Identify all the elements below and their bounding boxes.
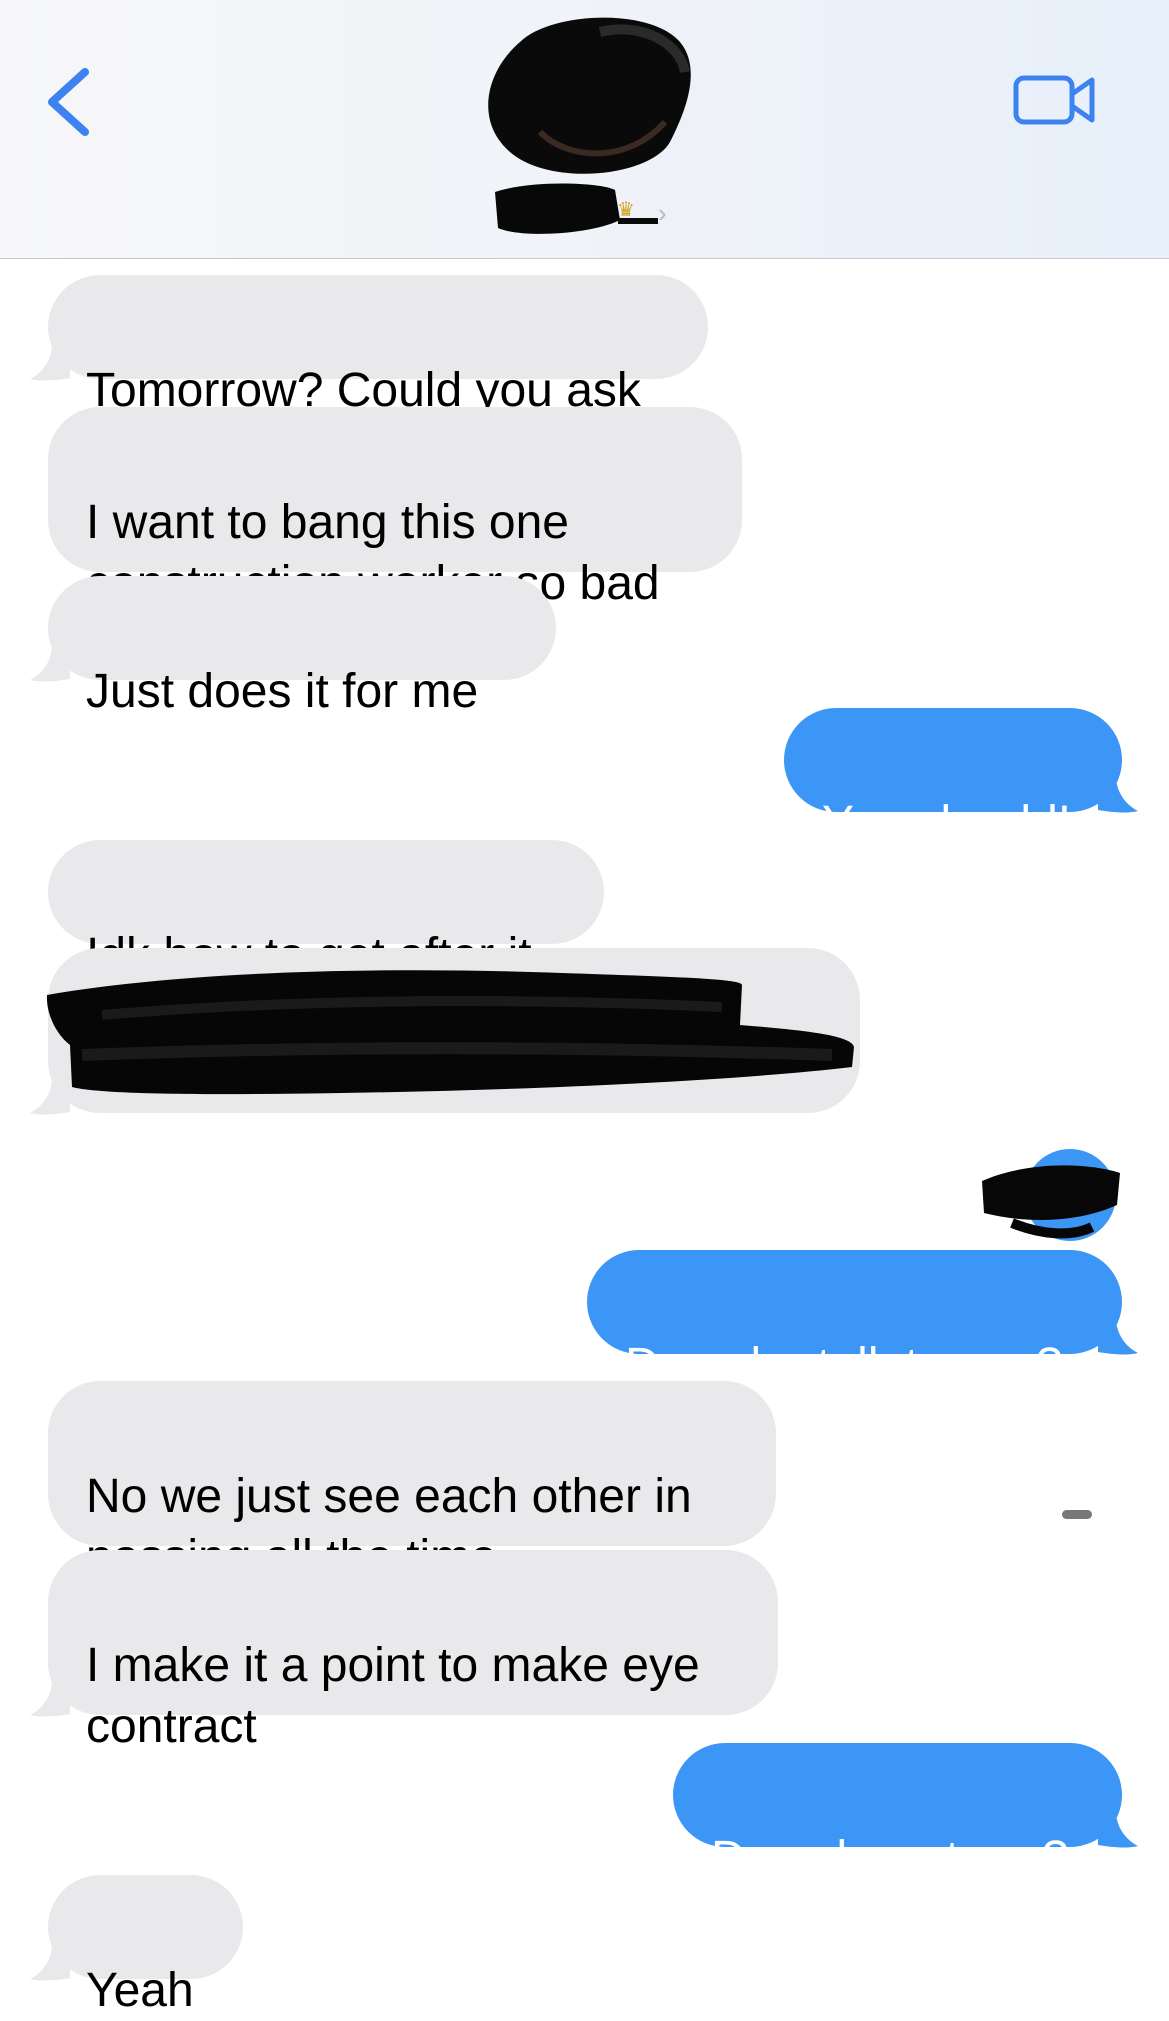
redaction-scribble bbox=[46, 970, 854, 1095]
tapback-reaction[interactable] bbox=[972, 1143, 1122, 1243]
message-bubble-outgoing[interactable]: You should! bbox=[784, 708, 1122, 850]
back-button[interactable] bbox=[40, 62, 100, 142]
message-bubble-incoming[interactable]: No we just see each other in passing all… bbox=[48, 1381, 776, 1584]
bubble-tail bbox=[1098, 1811, 1138, 1848]
message-text: Just does it for me bbox=[86, 665, 479, 718]
redacted-reaction bbox=[982, 1149, 1120, 1241]
chevron-right-icon: › bbox=[658, 198, 667, 228]
redacted-avatar bbox=[488, 17, 691, 174]
message-bubble-incoming[interactable]: I make it a point to make eye contract bbox=[48, 1550, 778, 1753]
bubble-tail bbox=[1098, 776, 1138, 813]
message-text: I make it a point to make eye contract bbox=[86, 1639, 700, 1753]
bubble-tail bbox=[1098, 1318, 1138, 1355]
message-bubble-outgoing[interactable]: Does he return ? bbox=[673, 1743, 1122, 1885]
message-bubble-incoming[interactable]: Yeah bbox=[48, 1875, 243, 2017]
message-bubble-incoming[interactable]: Just does it for me bbox=[48, 576, 556, 718]
contact-avatar[interactable] bbox=[480, 12, 700, 187]
message-bubble-incoming[interactable]: I want to bang this one construction wor… bbox=[48, 407, 742, 610]
scroll-indicator bbox=[1062, 1510, 1092, 1519]
redacted-name: ♛ bbox=[495, 183, 658, 234]
message-text: You should! bbox=[822, 797, 1072, 850]
conversation-header: ♛ › bbox=[0, 0, 1169, 259]
svg-text:♛: ♛ bbox=[617, 199, 635, 221]
chevron-left-icon bbox=[48, 68, 89, 136]
bubble-tail bbox=[30, 645, 70, 682]
bubble-tail bbox=[30, 1680, 70, 1717]
message-text: Does he return ? bbox=[711, 1832, 1069, 1885]
bubble-tail bbox=[30, 344, 70, 381]
message-bubble-incoming[interactable]: Idk how to get after it bbox=[48, 840, 604, 982]
video-call-button[interactable] bbox=[1010, 70, 1100, 130]
video-camera-icon bbox=[1013, 75, 1095, 125]
contact-name[interactable]: ♛ bbox=[490, 180, 680, 240]
message-bubble-incoming[interactable]: Tomorrow? Could you ask bbox=[48, 275, 708, 417]
bubble-tail bbox=[30, 1944, 70, 1981]
message-bubble-outgoing[interactable]: Does he talk to you? bbox=[587, 1250, 1122, 1392]
